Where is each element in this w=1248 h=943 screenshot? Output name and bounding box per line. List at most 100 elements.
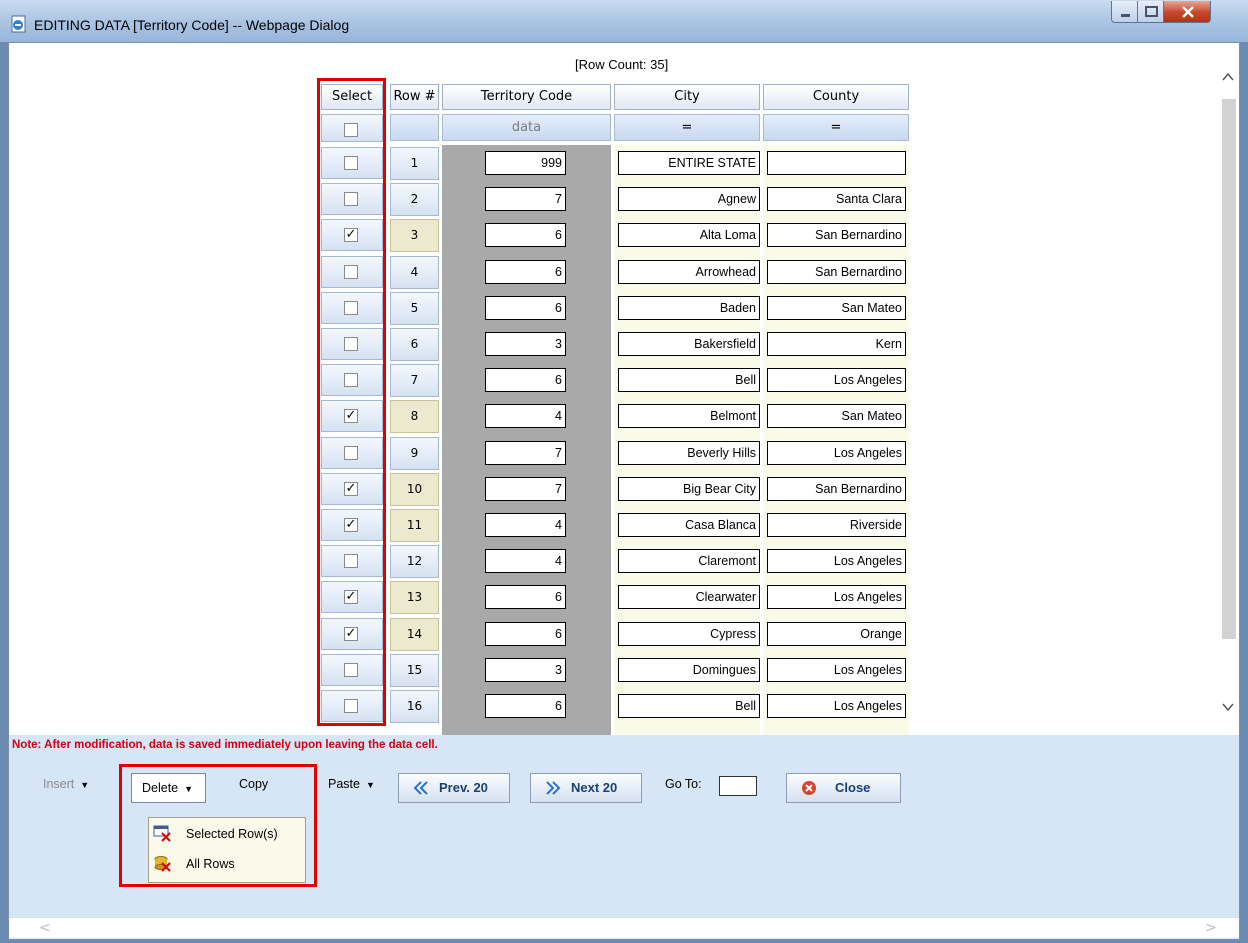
title-bar: EDITING DATA [Territory Code] -- Webpage… — [0, 0, 1248, 42]
county-cell[interactable]: Kern — [767, 332, 906, 356]
header-territory-code[interactable]: Territory Code — [442, 84, 611, 110]
city-cell[interactable]: Clearwater — [618, 585, 760, 609]
city-cell[interactable]: Domingues — [618, 658, 760, 682]
city-cell[interactable]: Beverly Hills — [618, 441, 760, 465]
bottom-panel: Note: After modification, data is saved … — [9, 735, 1239, 939]
county-cell[interactable]: San Mateo — [767, 296, 906, 320]
row-number: 11 — [390, 509, 439, 542]
territory-code-cell[interactable]: 6 — [485, 368, 566, 392]
header-row-number[interactable]: Row # — [390, 84, 439, 110]
city-cell[interactable]: Agnew — [618, 187, 760, 211]
county-cell[interactable]: San Bernardino — [767, 477, 906, 501]
county-cell[interactable]: Santa Clara — [767, 187, 906, 211]
window-close-button[interactable] — [1163, 1, 1211, 23]
county-cell[interactable]: San Mateo — [767, 404, 906, 428]
paste-button[interactable]: Paste ▼ — [328, 777, 375, 791]
territory-code-cell[interactable]: 6 — [485, 622, 566, 646]
minimize-button[interactable] — [1111, 1, 1138, 23]
ie-page-icon — [10, 15, 28, 33]
next-20-button[interactable]: Next 20 — [530, 773, 642, 803]
row-number: 4 — [390, 256, 439, 289]
city-cell[interactable]: Casa Blanca — [618, 513, 760, 537]
county-cell[interactable]: San Bernardino — [767, 260, 906, 284]
territory-code-cell[interactable]: 3 — [485, 332, 566, 356]
territory-code-cell[interactable]: 6 — [485, 296, 566, 320]
close-x-circle-icon — [802, 781, 816, 795]
city-cell[interactable]: Bell — [618, 694, 760, 718]
county-cell[interactable]: Los Angeles — [767, 694, 906, 718]
city-cell[interactable]: Cypress — [618, 622, 760, 646]
dialog-client: [Row Count: 35] Select Row # Territory C… — [8, 42, 1240, 940]
row-count: [Row Count: 35] — [575, 57, 669, 72]
territory-code-cell[interactable]: 7 — [485, 187, 566, 211]
city-cell[interactable]: Claremont — [618, 549, 760, 573]
territory-code-cell[interactable]: 4 — [485, 549, 566, 573]
prev-20-label: Prev. 20 — [439, 780, 488, 795]
close-label: Close — [835, 780, 871, 795]
row-number: 5 — [390, 292, 439, 325]
scroll-right-icon[interactable]: > — [1205, 920, 1217, 936]
city-cell[interactable]: Baden — [618, 296, 760, 320]
chevron-down-icon: ▼ — [365, 780, 375, 790]
row-number: 9 — [390, 437, 439, 470]
double-chevron-left-icon — [413, 781, 428, 795]
row-number: 15 — [390, 654, 439, 687]
territory-code-cell[interactable]: 6 — [485, 585, 566, 609]
goto-label: Go To: — [665, 777, 702, 791]
scroll-up-icon — [1222, 72, 1234, 81]
territory-code-cell[interactable]: 6 — [485, 260, 566, 284]
county-cell[interactable]: Riverside — [767, 513, 906, 537]
county-cell[interactable]: Los Angeles — [767, 585, 906, 609]
goto-input[interactable] — [719, 776, 757, 796]
city-cell[interactable]: ENTIRE STATE — [618, 151, 760, 175]
territory-code-cell[interactable]: 4 — [485, 404, 566, 428]
city-cell[interactable]: Bakersfield — [618, 332, 760, 356]
close-button[interactable]: Close — [786, 773, 901, 803]
county-cell[interactable]: Los Angeles — [767, 441, 906, 465]
delete-menu-highlight — [119, 764, 317, 887]
chevron-down-icon: ▼ — [80, 780, 90, 790]
territory-code-cell[interactable]: 4 — [485, 513, 566, 537]
horizontal-scrollbar[interactable]: < > — [9, 918, 1239, 938]
filter-county[interactable]: = — [763, 114, 909, 141]
city-cell[interactable]: Arrowhead — [618, 260, 760, 284]
row-number: 8 — [390, 400, 439, 433]
row-number: 12 — [390, 545, 439, 578]
territory-code-cell[interactable]: 7 — [485, 441, 566, 465]
vertical-scroll-thumb[interactable] — [1222, 99, 1236, 639]
scroll-left-icon[interactable]: < — [39, 920, 51, 936]
county-cell[interactable]: Orange — [767, 622, 906, 646]
row-number: 6 — [390, 328, 439, 361]
county-cell[interactable] — [767, 151, 906, 175]
city-cell[interactable]: Alta Loma — [618, 223, 760, 247]
city-cell[interactable]: Belmont — [618, 404, 760, 428]
prev-20-button[interactable]: Prev. 20 — [398, 773, 510, 803]
row-number: 16 — [390, 690, 439, 723]
row-number: 2 — [390, 183, 439, 216]
county-cell[interactable]: Los Angeles — [767, 658, 906, 682]
county-cell[interactable]: Los Angeles — [767, 549, 906, 573]
filter-city[interactable]: = — [614, 114, 760, 141]
territory-code-cell[interactable]: 6 — [485, 223, 566, 247]
header-city[interactable]: City — [614, 84, 760, 110]
territory-code-cell[interactable]: 3 — [485, 658, 566, 682]
territory-code-cell[interactable]: 999 — [485, 151, 566, 175]
territory-code-cell[interactable]: 6 — [485, 694, 566, 718]
city-cell[interactable]: Bell — [618, 368, 760, 392]
filter-row-number — [390, 114, 439, 141]
row-number: 7 — [390, 364, 439, 397]
row-number: 3 — [390, 219, 439, 252]
county-cell[interactable]: San Bernardino — [767, 223, 906, 247]
row-number: 14 — [390, 618, 439, 651]
next-20-label: Next 20 — [571, 780, 618, 795]
row-number: 1 — [390, 147, 439, 180]
maximize-button[interactable] — [1137, 1, 1164, 23]
filter-territory-code[interactable]: data — [442, 114, 611, 141]
county-cell[interactable]: Los Angeles — [767, 368, 906, 392]
insert-button[interactable]: Insert ▼ — [43, 777, 89, 791]
window-title: EDITING DATA [Territory Code] -- Webpage… — [34, 17, 350, 33]
territory-code-cell[interactable]: 7 — [485, 477, 566, 501]
save-note: Note: After modification, data is saved … — [12, 739, 438, 751]
city-cell[interactable]: Big Bear City — [618, 477, 760, 501]
header-county[interactable]: County — [763, 84, 909, 110]
